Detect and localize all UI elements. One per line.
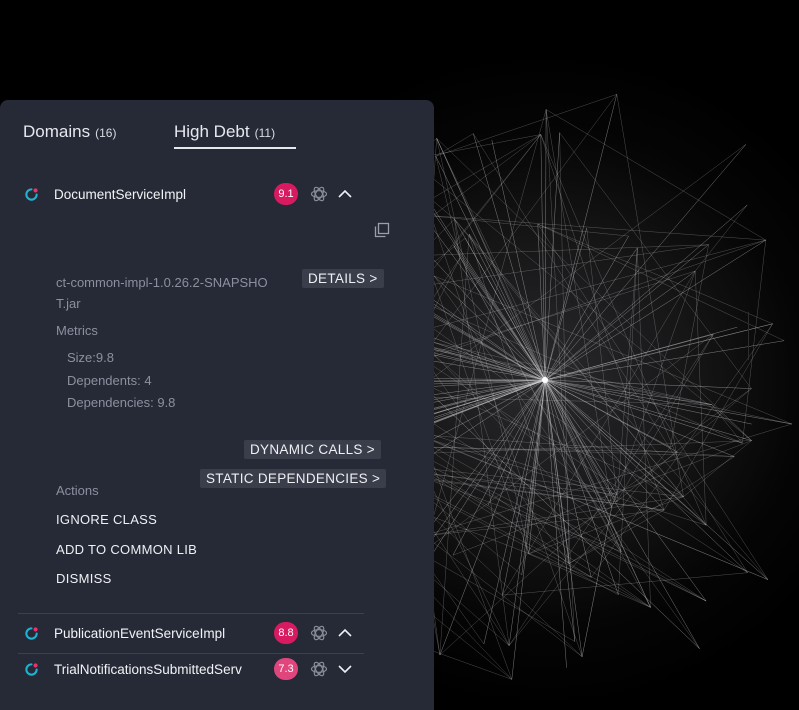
list-divider: [18, 613, 364, 614]
refresh-ring-icon: [25, 663, 38, 676]
add-to-common-lib-action[interactable]: ADD TO COMMON LIB: [56, 542, 197, 557]
debt-score-badge: 8.8: [274, 622, 298, 644]
tab-domains[interactable]: Domains (16): [23, 122, 116, 142]
details-button[interactable]: DETAILS >: [302, 269, 384, 288]
tab-bar: Domains (16) High Debt (11): [23, 122, 323, 152]
active-tab-indicator: [174, 147, 296, 149]
dynamic-calls-button[interactable]: DYNAMIC CALLS >: [244, 440, 381, 459]
ai-assistant-icon[interactable]: [309, 659, 329, 679]
list-item[interactable]: PublicationEventServiceImpl 8.8: [24, 621, 364, 647]
jar-filename: ct-common-impl-1.0.26.2-SNAPSHOT.jar: [56, 275, 268, 311]
list-divider: [18, 653, 364, 654]
item-name: DocumentServiceImpl: [54, 187, 187, 202]
metric-size: Size:9.8: [67, 350, 114, 365]
metrics-heading: Metrics: [56, 323, 98, 338]
actions-heading: Actions: [56, 483, 99, 498]
ai-assistant-icon[interactable]: [309, 184, 329, 204]
list-item[interactable]: TrialNotificationsSubmittedServ 7.3: [24, 657, 364, 683]
list-item-expanded[interactable]: DocumentServiceImpl 9.1: [24, 182, 364, 208]
tab-domains-label: Domains: [23, 122, 91, 141]
ai-assistant-icon[interactable]: [309, 623, 329, 643]
chevron-up-icon[interactable]: [337, 187, 353, 201]
ignore-class-action[interactable]: IGNORE CLASS: [56, 512, 157, 527]
tab-high-debt[interactable]: High Debt (11): [174, 122, 275, 142]
chevron-down-icon[interactable]: [337, 662, 353, 676]
metric-dependents: Dependents: 4: [67, 373, 152, 388]
side-panel: Domains (16) High Debt (11) DocumentServic…: [0, 100, 434, 710]
chevron-up-icon[interactable]: [337, 626, 353, 640]
tab-high-debt-count: (11): [254, 126, 276, 140]
refresh-ring-icon: [25, 188, 38, 201]
debt-score-badge: 9.1: [274, 183, 298, 205]
tab-domains-count: (16): [95, 126, 117, 140]
debt-score-badge: 7.3: [274, 658, 298, 680]
static-dependencies-button[interactable]: STATIC DEPENDENCIES >: [200, 469, 387, 488]
refresh-ring-icon: [25, 627, 38, 640]
dismiss-action[interactable]: DISMISS: [56, 571, 112, 586]
metric-dependencies: Dependencies: 9.8: [67, 395, 176, 410]
item-name: TrialNotificationsSubmittedServ: [54, 662, 242, 677]
graph-scroll-indicator: [748, 312, 749, 360]
copy-icon[interactable]: [374, 222, 390, 238]
tab-high-debt-label: High Debt: [174, 122, 250, 141]
item-name: PublicationEventServiceImpl: [54, 626, 226, 641]
